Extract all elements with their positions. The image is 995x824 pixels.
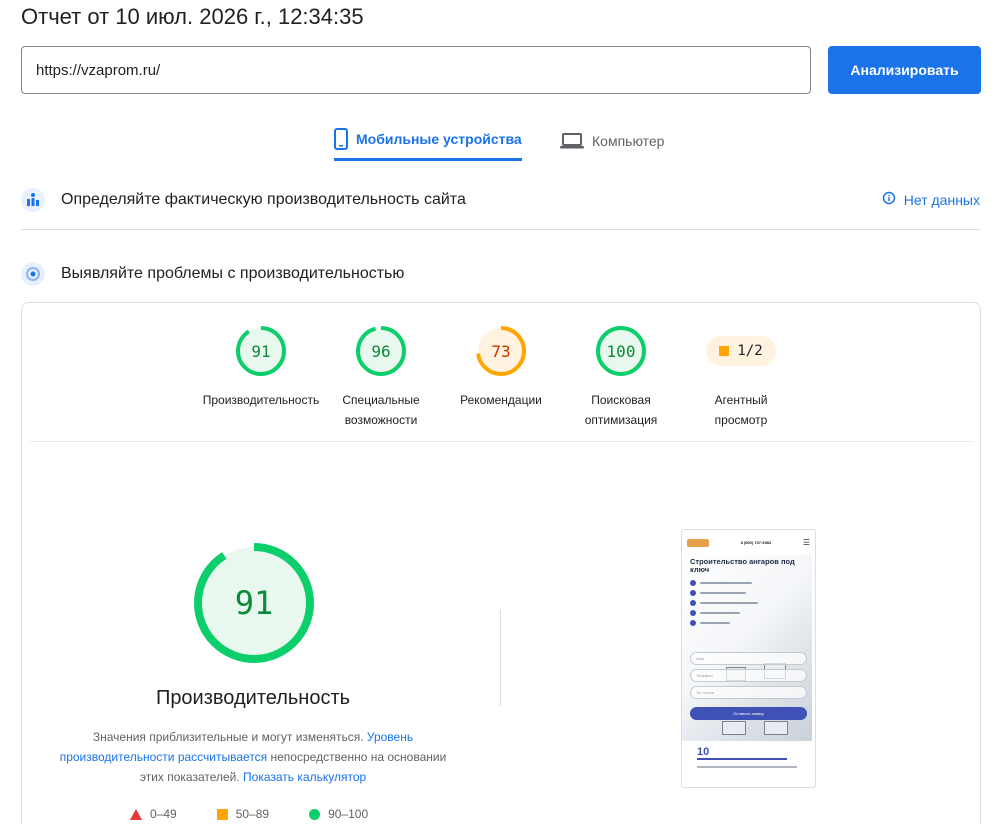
show-calculator-link[interactable]: Показать калькулятор xyxy=(243,770,366,784)
screenshot-heading: Строительство ангаров под ключ xyxy=(690,557,795,574)
text-line xyxy=(700,602,758,604)
legend-average: 50–89 xyxy=(216,807,270,821)
screenshot-button: Оставить заявку xyxy=(690,707,807,720)
score-gauge-seo[interactable]: 100 Поисковая оптимизация xyxy=(559,325,683,430)
score-value: 73 xyxy=(491,341,511,361)
screenshot-header: 8 (800) 707-6984 ☰ xyxy=(682,530,815,555)
performance-score: 91 xyxy=(234,584,274,622)
legend-fail: 0–49 xyxy=(130,807,177,821)
score-label: Производительность xyxy=(203,390,319,410)
screenshot-phone: 8 (800) 707-6984 xyxy=(740,540,772,545)
score-label-line: Рекомендации xyxy=(460,393,542,407)
report-title: Отчет от 10 июл. 2026 г., 12:34:35 xyxy=(21,4,364,29)
tab-mobile-label: Мобильные устройства xyxy=(356,131,522,147)
text-line xyxy=(700,622,730,624)
laptop-icon xyxy=(560,132,584,150)
score-value: 96 xyxy=(371,341,391,361)
screenshot-text-line xyxy=(697,766,797,768)
section-divider xyxy=(21,229,980,230)
users-chart-icon xyxy=(21,188,45,212)
gauge-ring: 91 xyxy=(235,325,287,377)
note-text: Значения приблизительные и могут изменят… xyxy=(92,730,367,744)
check-icon xyxy=(690,610,696,616)
screenshot-bullet xyxy=(690,588,758,598)
screenshot-field: Имя xyxy=(690,652,807,665)
screenshot-bullets xyxy=(690,578,758,628)
lab-data-section: Выявляйте проблемы с производительностью xyxy=(21,260,980,288)
field-data-title: Определяйте фактическую производительнос… xyxy=(61,191,466,208)
analyze-button[interactable]: Анализировать xyxy=(828,46,981,94)
no-data-label: Нет данных xyxy=(903,191,980,208)
score-gauge-agentic[interactable]: 1/2 Агентный просмотр xyxy=(679,325,803,430)
report-card: 91 Производительность 96 Специальные воз… xyxy=(21,302,981,824)
score-label: Агентный просмотр xyxy=(715,390,768,430)
lab-data-title: Выявляйте проблемы с производительностью xyxy=(61,265,405,282)
triangle-icon xyxy=(130,808,142,820)
screenshot-field: Телефон xyxy=(690,669,807,682)
legend-label: 50–89 xyxy=(235,807,270,821)
square-icon xyxy=(216,808,228,820)
score-label-line: оптимизация xyxy=(584,413,658,427)
vertical-divider xyxy=(500,610,501,706)
screenshot-stat-line xyxy=(697,758,787,760)
screenshot-bullet xyxy=(690,618,758,628)
performance-gauge: 91 xyxy=(192,541,316,665)
score-label-line: возможности xyxy=(344,413,418,427)
legend-label: 90–100 xyxy=(328,807,369,821)
info-icon xyxy=(882,191,896,208)
page-screenshot: 8 (800) 707-6984 ☰ Строительство ангаров… xyxy=(681,529,816,788)
agentic-value: 1/2 xyxy=(737,343,763,359)
score-gauge-best-practices[interactable]: 73 Рекомендации xyxy=(439,325,563,410)
gauge-ring: 96 xyxy=(355,325,407,377)
legend-pass: 90–100 xyxy=(309,807,368,821)
score-label: Поисковая оптимизация xyxy=(585,390,658,430)
score-label: Рекомендации xyxy=(460,390,542,410)
score-gauge-performance[interactable]: 91 Производительность xyxy=(199,325,323,410)
legend-label: 0–49 xyxy=(150,807,177,821)
score-label-line: Специальные xyxy=(342,393,420,407)
text-line xyxy=(700,592,746,594)
score-label-line: просмотр xyxy=(714,413,768,427)
score-value: 91 xyxy=(251,341,271,361)
score-label-line: Агентный xyxy=(714,393,768,407)
screenshot-logo xyxy=(687,538,709,547)
card-divider xyxy=(30,441,972,442)
gauge-ring: 100 xyxy=(595,325,647,377)
screenshot-window xyxy=(722,721,746,735)
smartphone-icon xyxy=(334,128,348,150)
performance-note: Значения приблизительные и могут изменят… xyxy=(53,727,453,787)
hamburger-icon: ☰ xyxy=(802,537,810,547)
field-data-section: Определяйте фактическую производительнос… xyxy=(21,186,980,214)
score-label-line: Производительность xyxy=(202,393,320,407)
tab-desktop[interactable]: Компьютер xyxy=(560,120,664,162)
url-input[interactable] xyxy=(21,46,811,94)
gauge-ring: 73 xyxy=(475,325,527,377)
screenshot-bullet xyxy=(690,608,758,618)
screenshot-bullet xyxy=(690,578,758,588)
tab-desktop-label: Компьютер xyxy=(592,133,665,149)
check-icon xyxy=(690,590,696,596)
screenshot-stat: 10 xyxy=(697,746,710,758)
agentic-badge: 1/2 xyxy=(706,336,776,366)
circle-icon xyxy=(309,808,321,820)
square-icon xyxy=(719,346,730,356)
lab-diagnostic-icon xyxy=(21,262,45,286)
score-label: Специальные возможности xyxy=(342,390,419,430)
score-legend: 0–49 50–89 90–100 xyxy=(130,807,368,821)
score-gauge-accessibility[interactable]: 96 Специальные возможности xyxy=(319,325,443,430)
score-value: 100 xyxy=(606,341,636,361)
score-label-line: Поисковая xyxy=(591,393,651,407)
check-icon xyxy=(690,620,696,626)
text-line xyxy=(700,582,752,584)
check-icon xyxy=(690,600,696,606)
tab-mobile[interactable]: Мобильные устройства xyxy=(334,120,522,161)
screenshot-bullet xyxy=(690,598,758,608)
check-icon xyxy=(690,580,696,586)
performance-title: Производительность xyxy=(155,687,351,709)
screenshot-field: Эл. почта xyxy=(690,686,807,699)
screenshot-window xyxy=(764,721,788,735)
text-line xyxy=(700,612,740,614)
no-data-link[interactable]: Нет данных xyxy=(882,191,980,208)
